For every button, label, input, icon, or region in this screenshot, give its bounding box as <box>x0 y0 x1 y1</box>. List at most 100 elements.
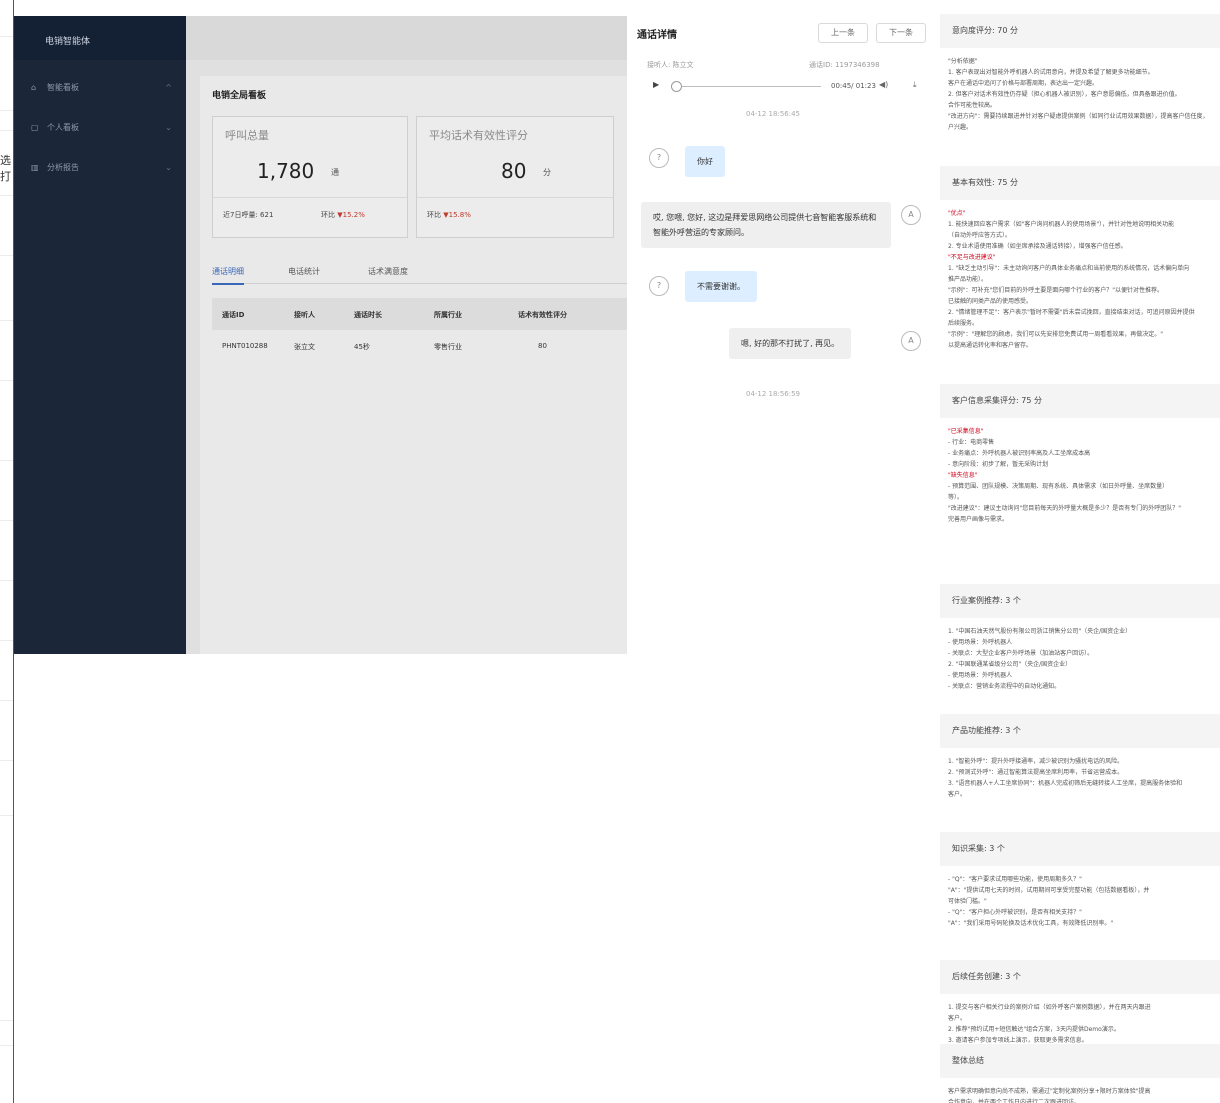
dashboard-panel: 电销全局看板 呼叫总量 1,780 通 近7日呼量: 621 环比 ▼15.2%… <box>200 76 627 654</box>
message-bubble: 不需要谢谢。 <box>685 271 757 302</box>
eval-line: "A"："提供试用七天的时间，试用期间可享受完整功能（包括数据看板），并 <box>948 887 1150 894</box>
message-bubble: 嗯, 好的那不打扰了, 再见。 <box>729 328 852 359</box>
volume-icon[interactable]: ◀) <box>879 80 888 89</box>
stat-foot-right: 环比 ▼15.8% <box>427 210 471 220</box>
dashboard-window: 电销智能体 ⌂ 智能看板 ^ ▢ 个人看板 ⌄ ▥ 分析报告 ⌄ 电销全局看板 … <box>14 16 627 654</box>
eval-line: 2. 但客户对话术有效性仍存疑（担心机器人被识别），客户意愿偏低，但具备跟进价值… <box>948 91 1181 98</box>
eval-section-body: 1. 提交与客户相关行业的案例介绍（如外呼客户案例数据），并在两天内跟进 客户。 2… <box>948 1002 1220 1046</box>
sidebar-item-personal-board[interactable]: ▢ 个人看板 ⌄ <box>14 114 186 140</box>
eval-line: 客户在通话中追问了价格与部署周期，表达出一定兴趣。 <box>948 80 1099 87</box>
call-detail-title: 通话详情 <box>637 30 677 41</box>
eval-section-title: 行业案例推荐: 3 个 <box>940 584 1220 618</box>
stat-unit: 分 <box>543 168 551 177</box>
customer-avatar: ? <box>649 276 669 296</box>
eval-line: 2. 推荐"预约试用+短信触达"组合方案，3天内提供Demo演示。 <box>948 1026 1120 1033</box>
column-header: 话术有效性评分 <box>518 311 567 319</box>
eval-line: - 使用场景：外呼机器人 <box>948 639 1013 646</box>
eval-line: - "Q"："客户担心外呼被识别，是否有相关支持？" <box>948 909 1082 916</box>
eval-line: "改进建议"：建议主动询问"您目前每天的外呼量大概是多少？是否有专门的外呼团队？… <box>948 505 1182 512</box>
table-cell: 零售行业 <box>434 343 462 351</box>
eval-line: 1. 提交与客户相关行业的案例介绍（如外呼客户案例数据），并在两天内跟进 <box>948 1004 1151 1011</box>
tab-script-satisfaction[interactable]: 话术满意度 <box>368 266 408 277</box>
message-bubble: 你好 <box>685 146 725 177</box>
eval-section-body: 客户需求明确但意向尚不成熟，需通过"定制化案例分享+限时方案体验"提高 合作意向，… <box>948 1086 1220 1103</box>
prev-button[interactable]: 上一条 <box>818 23 868 43</box>
eval-section-body: - "Q"："客户要求试用哪些功能，使用周期多久？" "A"："提供试用七天的时间… <box>948 874 1220 929</box>
agent-avatar: A <box>901 205 921 225</box>
eval-line: 1. "智能外呼"：提升外呼接通率，减少被识别为骚扰电话的风险。 <box>948 758 1124 765</box>
sidebar-item-label: 智能看板 <box>47 82 79 92</box>
eval-line: 1. 能快速回应客户需求（如"客户询问机器人的使用场景"），并针对性地说明相关功… <box>948 221 1175 228</box>
message-bubble: 哎, 您喂, 您好, 这边是拜爱思网络公司提供七音智能客服系统和智能外呼营运的专… <box>641 202 891 248</box>
download-icon[interactable]: ⤓ <box>913 80 917 90</box>
audio-time: 00:45/ 01:23 <box>831 82 876 90</box>
stat-label: 平均话术有效性评分 <box>429 129 528 142</box>
column-header: 通话ID <box>222 311 245 319</box>
eval-line: 3. "语音机器人+人工坐席协同"：机器人完成初筛后无缝转接人工坐席，提高服务体… <box>948 780 1183 787</box>
eval-line: 2. "预测式外呼"：通过智能算法提高坐席利用率，节省运营成本。 <box>948 769 1124 776</box>
next-button[interactable]: 下一条 <box>876 23 926 43</box>
stat-foot-right: 环比 ▼15.2% <box>321 210 365 220</box>
eval-section-body: 1. "智能外呼"：提升外呼接通率，减少被识别为骚扰电话的风险。 2. "预测式外… <box>948 756 1220 800</box>
eval-line: "缺失信息" <box>948 472 978 479</box>
eval-line: - "Q"："客户要求试用哪些功能，使用周期多久？" <box>948 876 1082 883</box>
eval-section-title: 整体总结 <box>940 1044 1220 1078</box>
column-header: 通话时长 <box>354 311 382 319</box>
home-icon: ⌂ <box>31 82 37 92</box>
eval-line: 以提高通话转化率和客户留存。 <box>948 342 1033 349</box>
column-header: 接听人 <box>294 311 315 319</box>
stat-unit: 通 <box>331 168 339 177</box>
play-icon[interactable]: ▶ <box>653 80 659 89</box>
evaluation-panel: 意向度评分: 70 分 "分析依据" 1. 客户表现出对智能外呼机器人的试用意向，并… <box>940 14 1220 1103</box>
eval-line: 可体验门槛。" <box>948 898 987 905</box>
call-id-info: 通话ID: 1197346398 <box>809 61 880 69</box>
eval-line: - 关联点：大型企业客户外呼场景（加油站客户回访）。 <box>948 650 1094 657</box>
eval-section-body: 1. "中国石油天然气股份有限公司浙江销售分公司"（央企/国资企业） - 使用场景… <box>948 626 1220 692</box>
eval-line: 合作可能性较高。 <box>948 102 997 109</box>
eval-line: 2. "情绪管理不足"：客户表示"暂时不需要"后未尝试挽回，直接结束对话，可追问… <box>948 309 1195 316</box>
sidebar-item-smart-board[interactable]: ⌂ 智能看板 ^ <box>14 74 186 100</box>
table-header-row: 通话ID 接听人 通话时长 所属行业 话术有效性评分 <box>212 298 627 330</box>
call-detail-panel: 通话详情 上一条 下一条 接听人: 陈立文 通话ID: 1197346398 ▶… <box>633 14 933 414</box>
table-row[interactable]: PHNT010288 张立文 45秒 零售行业 80 <box>212 330 627 362</box>
sidebar-item-analysis-report[interactable]: ▥ 分析报告 ⌄ <box>14 154 186 180</box>
eval-line: "优点" <box>948 210 966 217</box>
eval-line: - 意向阶段：初步了解，暂无采购计划 <box>948 461 1049 468</box>
eval-line: 等）。 <box>948 494 964 501</box>
eval-line: - 关联点：营销业务流程中的自动化通知。 <box>948 683 1061 690</box>
tab-call-stats[interactable]: 电话统计 <box>288 266 320 277</box>
stat-value: 1,780 <box>257 159 315 183</box>
eval-line: （自动外呼应答方式）。 <box>948 232 1012 239</box>
stat-foot-left: 近7日呼量: 621 <box>223 211 274 219</box>
eval-line: "不足与改进建议" <box>948 254 996 261</box>
eval-section-title: 知识采集: 3 个 <box>940 832 1220 866</box>
audio-progress-track[interactable] <box>671 86 821 87</box>
timestamp: 04-12 18:56:45 <box>745 110 800 118</box>
eval-line: "A"："我们采用号码轮换及话术优化工具，有效降低识别率。" <box>948 920 1114 927</box>
audio-progress-knob[interactable] <box>671 81 682 92</box>
foot-prefix: 环比 <box>427 211 441 219</box>
eval-line: 推产品功能）。 <box>948 276 988 283</box>
eval-line: 1. "缺乏主动引导"：未主动询问客户的具体业务痛点和当前使用的系统情况，话术偏… <box>948 265 1190 272</box>
eval-line: "示例"："理解您的顾虑，我们可以先安排您免费试用一周看看效果，再做决定。" <box>948 331 1164 338</box>
chevron-down-icon: ⌄ <box>165 162 172 172</box>
eval-line: "改进方向"：需要持续跟进并针对客户疑虑提供案例（如同行业试用效果数据），提高客… <box>948 113 1209 120</box>
tab-call-detail[interactable]: 通话明细 <box>212 266 244 285</box>
sidebar-item-label: 个人看板 <box>47 122 79 132</box>
eval-line: "已采集信息" <box>948 428 984 435</box>
stat-card-avg-score: 平均话术有效性评分 80 分 环比 ▼15.8% <box>416 116 614 238</box>
eval-section-title: 产品功能推荐: 3 个 <box>940 714 1220 748</box>
dashboard-tabs: 通话明细 电话统计 话术满意度 <box>212 262 627 285</box>
eval-line: 2. "中国联通某省级分公司"（央企/国资企业） <box>948 661 1072 668</box>
eval-line: 客户。 <box>948 1015 967 1022</box>
eval-line: 1. "中国石油天然气股份有限公司浙江销售分公司"（央企/国资企业） <box>948 628 1132 635</box>
eval-line: "示例"：可补充"您们目前的外呼主要是面向哪个行业的客户？"以便针对性推荐。 <box>948 287 1164 294</box>
page-title: 电销全局看板 <box>212 91 267 101</box>
trend-down-value: ▼15.8% <box>443 211 471 219</box>
eval-section-title: 客户信息采集评分: 75 分 <box>940 384 1220 418</box>
table-cell: 45秒 <box>354 343 370 351</box>
eval-line: 户兴趣。 <box>948 124 973 131</box>
eval-section-body: "分析依据" 1. 客户表现出对智能外呼机器人的试用意向，并提及希望了解更多功能细… <box>948 56 1220 133</box>
dashboard-main: 电销全局看板 呼叫总量 1,780 通 近7日呼量: 621 环比 ▼15.2%… <box>186 60 627 654</box>
callee-info: 接听人: 陈立文 <box>647 61 694 69</box>
